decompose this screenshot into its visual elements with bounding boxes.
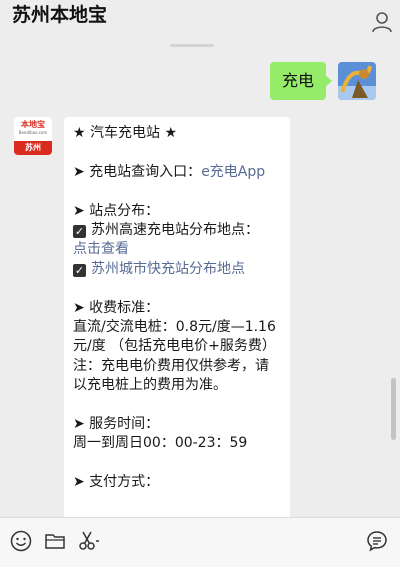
avatar-logo-sub: Bendibao.com [18, 130, 48, 135]
chat-title: 苏州本地宝 [12, 4, 108, 26]
chat-history-icon[interactable] [365, 529, 389, 553]
message-text: ➤ 服务时间： [73, 416, 160, 433]
scissors-icon[interactable] [77, 529, 101, 553]
message-text: ➤ 站点分布： [73, 202, 160, 219]
message-line-blank [73, 182, 281, 201]
my-avatar[interactable] [338, 62, 376, 100]
message-line: ➤ 支付方式： [73, 473, 281, 492]
avatar-city-label: 苏州 [14, 141, 52, 155]
message-line: ✓ 苏州高速充电站分布地点： [73, 221, 281, 240]
message-text: ★ 汽车充电站 ★ [73, 125, 178, 141]
message-line-blank [73, 279, 281, 298]
checkmark-icon: ✓ [73, 225, 86, 238]
folder-icon[interactable] [43, 529, 67, 553]
message-line: ➤ 服务时间： [73, 415, 281, 434]
user-icon[interactable] [370, 10, 394, 34]
emoji-icon[interactable] [9, 529, 33, 553]
message-text: ➤ 充电站查询入口： [73, 163, 202, 180]
input-toolbar [0, 517, 400, 567]
message-line: 注：充电电价费用仅供参考，请以充电桩上的费用为准。 [73, 357, 281, 396]
message-line: ★ 汽车充电站 ★ [73, 124, 281, 143]
message-line: 点击查看 [73, 240, 281, 259]
message-line: 直流/交流电桩：0.8元/度—1.16元/度 （包括充电电价+服务费） [73, 318, 281, 357]
click-view-link[interactable]: 点击查看 [73, 241, 129, 257]
message-line-blank [73, 396, 281, 415]
message-text: 周一到周日00：00-23：59 [73, 435, 248, 452]
message-line: ➤ 站点分布： [73, 202, 281, 221]
message-line: 周一到周日00：00-23：59 [73, 434, 281, 453]
checkmark-icon: ✓ [73, 263, 86, 277]
message-line-blank [73, 454, 281, 473]
message-text: ➤ 支付方式： [73, 474, 160, 491]
incoming-message-bubble: ★ 汽车充电站 ★ ➤ 充电站查询入口：e充电App ➤ 站点分布： ✓ 苏州高速… [64, 117, 290, 537]
scroll-indicator [170, 44, 214, 47]
avatar-logo-text: 本地宝 [21, 120, 45, 129]
e-charge-app-link[interactable]: e充电App [201, 164, 265, 180]
message-line: ➤ 收费标准： [73, 299, 281, 318]
bendibao-avatar[interactable]: 本地宝 Bendibao.com 苏州 [14, 117, 52, 155]
message-line: ✓ 苏州城市快充站分布地点 [73, 260, 281, 279]
outgoing-message-bubble[interactable]: 充电 [269, 62, 333, 100]
message-text: 苏州高速充电站分布地点： [91, 222, 259, 238]
chat-header: 苏州本地宝 [0, 0, 400, 44]
message-line: ➤ 充电站查询入口：e充电App [73, 163, 281, 182]
message-line-blank [73, 143, 281, 162]
message-text: ➤ 收费标准： [73, 299, 160, 316]
message-text: 直流/交流电桩：0.8元/度—1.16元/度 （包括充电电价+服务费） [73, 319, 276, 355]
city-fast-charge-link[interactable]: 苏州城市快充站分布地点 [91, 261, 245, 277]
message-text: 注：充电电价费用仅供参考，请以充电桩上的费用为准。 [73, 357, 269, 394]
chat-scrollbar[interactable] [391, 378, 396, 440]
